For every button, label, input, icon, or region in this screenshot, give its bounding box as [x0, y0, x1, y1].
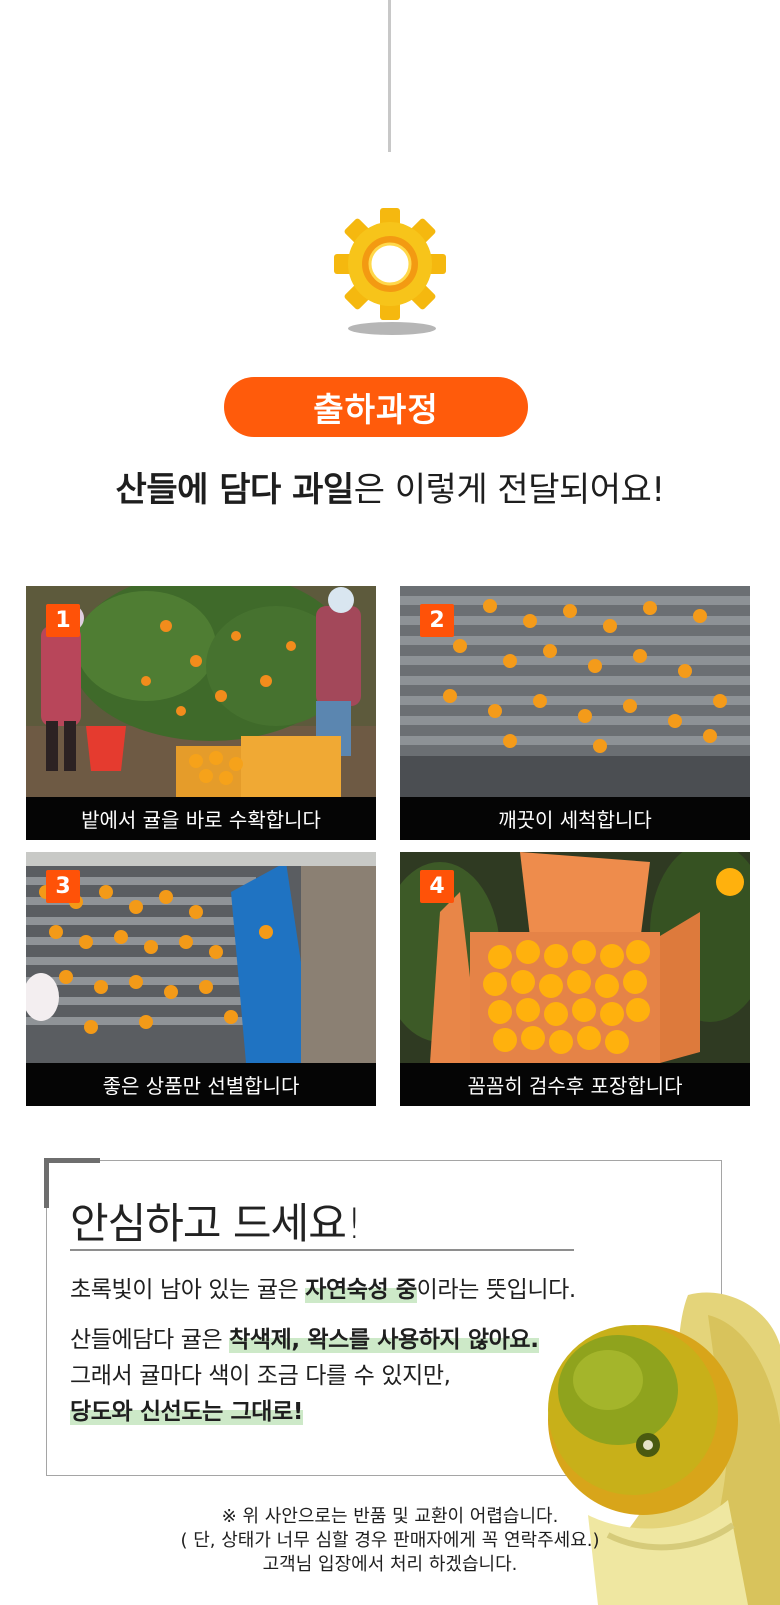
notice-corner-accent: [44, 1158, 49, 1208]
step-number: 1: [46, 604, 80, 637]
notice-title: 안심하고 드세요!: [70, 1199, 363, 1248]
step-caption: 좋은 상품만 선별합니다: [26, 1063, 376, 1106]
headline-normal: 은 이렇게 전달되어요!: [353, 470, 665, 510]
notice-rule: [70, 1249, 574, 1251]
notice-highlight: 당도와 신선도는 그대로!: [70, 1399, 303, 1425]
step-caption: 깨끗이 세척합니다: [400, 797, 750, 840]
notice-line-1: 초록빛이 남아 있는 귤은 자연숙성 중이라는 뜻입니다.: [70, 1270, 576, 1304]
step-card-sorting: 3 좋은 상품만 선별합니다: [26, 852, 376, 1106]
shipping-process-badge: 출하과정: [224, 377, 528, 437]
notice-text: 산들에담다 귤은: [70, 1327, 230, 1353]
top-divider-line: [388, 0, 391, 152]
footer-line: 고객님 입장에서 처리 하겠습니다.: [262, 1554, 518, 1575]
step-caption: 밭에서 귤을 바로 수확합니다: [26, 797, 376, 840]
footer-line: ( 단, 상태가 너무 심할 경우 판매자에게 꼭 연락주세요.): [180, 1530, 600, 1551]
headline: 산들에 담다 과일은 이렇게 전달되어요!: [0, 462, 780, 511]
gear-icon: [330, 204, 450, 339]
notice-line-4: 당도와 신선도는 그대로!: [70, 1392, 303, 1426]
step-number: 2: [420, 604, 454, 637]
footer-line: ※ 위 사안으로는 반품 및 교환이 어렵습니다.: [221, 1506, 559, 1527]
step-card-washing: 2 깨끗이 세척합니다: [400, 586, 750, 840]
notice-line-3: 그래서 귤마다 색이 조금 다를 수 있지만,: [70, 1363, 451, 1389]
gear-shadow: [348, 322, 436, 335]
notice-corner-accent: [44, 1158, 100, 1163]
step-number: 4: [420, 870, 454, 903]
notice-highlight: 자연숙성 중: [305, 1277, 417, 1303]
notice-highlight: 착색제, 왁스를 사용하지 않아요.: [229, 1327, 539, 1353]
footer-notice: ※ 위 사안으로는 반품 및 교환이 어렵습니다. ( 단, 상태가 너무 심할…: [0, 1505, 780, 1577]
step-card-packing: 4 꼼꼼히 검수후 포장합니다: [400, 852, 750, 1106]
notice-line-2: 산들에담다 귤은 착색제, 왁스를 사용하지 않아요.: [70, 1320, 539, 1354]
step-caption: 꼼꼼히 검수후 포장합니다: [400, 1063, 750, 1106]
notice-text: 초록빛이 남아 있는 귤은: [70, 1277, 306, 1303]
step-card-harvest: 1 밭에서 귤을 바로 수확합니다: [26, 586, 376, 840]
step-number: 3: [46, 870, 80, 903]
headline-bold: 산들에 담다 과일: [115, 470, 355, 510]
